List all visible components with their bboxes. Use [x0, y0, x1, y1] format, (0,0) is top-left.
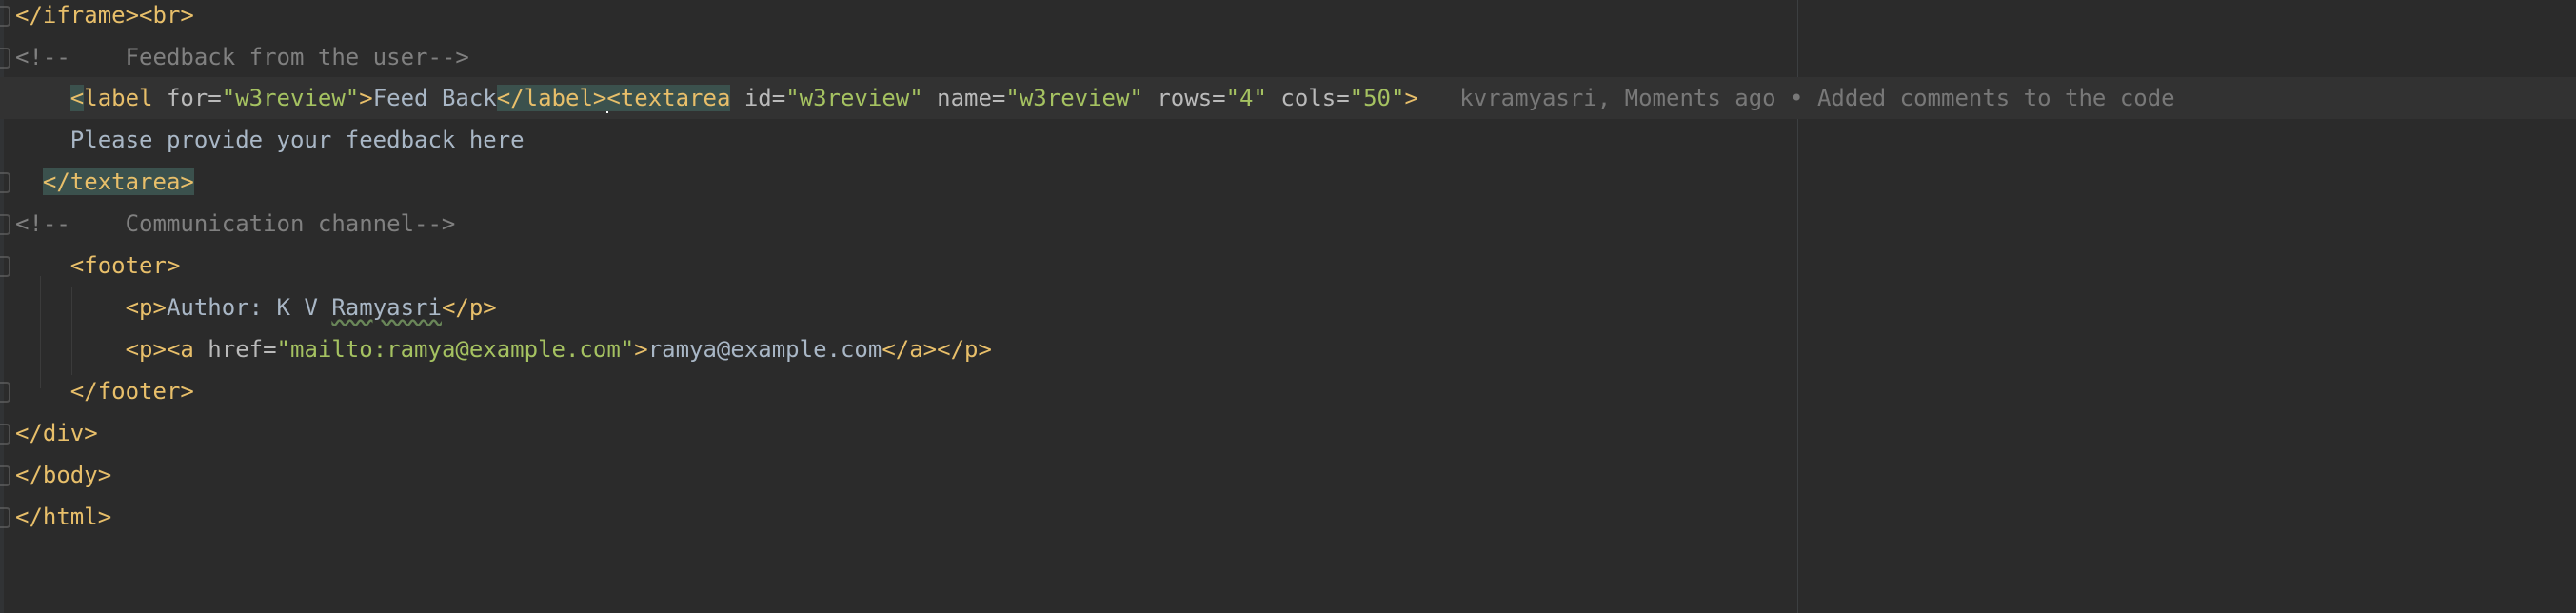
- attr-rows: rows=: [1142, 85, 1226, 111]
- attr-rows-value: "4": [1225, 85, 1267, 111]
- comment-feedback: <!-- Feedback from the user-->: [15, 44, 469, 70]
- attr-href-value: "mailto:ramya@example.com": [276, 336, 635, 363]
- email-link-text: ramya@example.com: [647, 336, 882, 363]
- fold-marker-icon[interactable]: [0, 256, 10, 277]
- code-line-13[interactable]: </html>: [0, 496, 2576, 538]
- p-close-tag: </p>: [441, 294, 497, 321]
- code-line-10[interactable]: </footer>: [0, 370, 2576, 412]
- git-blame-annotation[interactable]: kvramyasri, Moments ago • Added comments…: [1459, 85, 2174, 111]
- code-line-7[interactable]: <footer>: [0, 245, 2576, 287]
- fold-marker-icon[interactable]: [0, 172, 10, 193]
- code-line-6[interactable]: <!-- Communication channel-->: [0, 203, 2576, 245]
- code-line-12[interactable]: </body>: [0, 454, 2576, 496]
- attr-for: for=: [152, 85, 222, 111]
- code-line-4[interactable]: Please provide your feedback here: [0, 119, 2576, 161]
- textarea-closing-tag: </textarea>: [42, 168, 194, 195]
- attr-name: name=: [922, 85, 1006, 111]
- fold-marker-icon[interactable]: [0, 382, 10, 403]
- attr-cols-value: "50": [1349, 85, 1405, 111]
- code-line-3[interactable]: <label for="w3review">Feed Back</label><…: [0, 77, 2576, 119]
- fold-marker-icon[interactable]: [0, 424, 10, 445]
- a-p-close-tags: </a></p>: [882, 336, 992, 363]
- attr-cols: cols=: [1266, 85, 1350, 111]
- attr-id-value: "w3review": [785, 85, 923, 111]
- fold-marker-icon[interactable]: [0, 6, 10, 27]
- fold-marker-icon[interactable]: [0, 465, 10, 486]
- attr-href: href=: [193, 336, 277, 363]
- footer-open-tag: <footer>: [69, 252, 181, 279]
- attr-for-value: "w3review": [221, 85, 360, 111]
- comment-communication: <!-- Communication channel-->: [15, 210, 456, 237]
- code-line-9[interactable]: <p><a href="mailto:ramya@example.com">ra…: [0, 328, 2576, 370]
- fold-marker-icon[interactable]: [0, 214, 10, 235]
- a-tag-close: >: [634, 336, 648, 363]
- footer-close-tag: </footer>: [69, 378, 194, 405]
- textarea-open-tag: <textarea: [606, 85, 731, 111]
- label-closing-tag: </label>: [496, 85, 607, 111]
- attr-name-value: "w3review": [1005, 85, 1143, 111]
- label-tag-close: >: [359, 85, 373, 111]
- fold-marker-icon[interactable]: [0, 507, 10, 528]
- label-tag-name: label: [84, 85, 153, 111]
- textarea-tag-close: >: [1404, 85, 1418, 111]
- p-open-tag: <p>: [125, 294, 167, 321]
- p-a-open-tag: <p><a: [125, 336, 194, 363]
- textarea-content: Please provide your feedback here: [69, 127, 525, 153]
- code-line-2[interactable]: <!-- Feedback from the user-->: [0, 36, 2576, 78]
- attr-id: id=: [730, 85, 786, 111]
- fold-marker-icon[interactable]: [0, 48, 10, 69]
- code-line-11[interactable]: </div>: [0, 412, 2576, 454]
- author-text: Author: K V: [166, 294, 332, 321]
- body-close-tag: </body>: [15, 462, 112, 488]
- code-line-1[interactable]: </iframe><br>: [0, 0, 2576, 36]
- code-line-8[interactable]: <p>Author: K V Ramyasri</p>: [0, 287, 2576, 328]
- div-close-tag: </div>: [15, 420, 98, 446]
- closing-iframe-br: </iframe><br>: [15, 2, 194, 29]
- html-close-tag: </html>: [15, 504, 112, 530]
- label-text: Feed Back: [372, 85, 497, 111]
- code-editor[interactable]: </iframe><br> <!-- Feedback from the use…: [0, 0, 2576, 613]
- spellcheck-word[interactable]: Ramyasri: [331, 294, 442, 321]
- label-open-bracket: <: [69, 85, 85, 111]
- code-line-5[interactable]: </textarea>: [0, 161, 2576, 203]
